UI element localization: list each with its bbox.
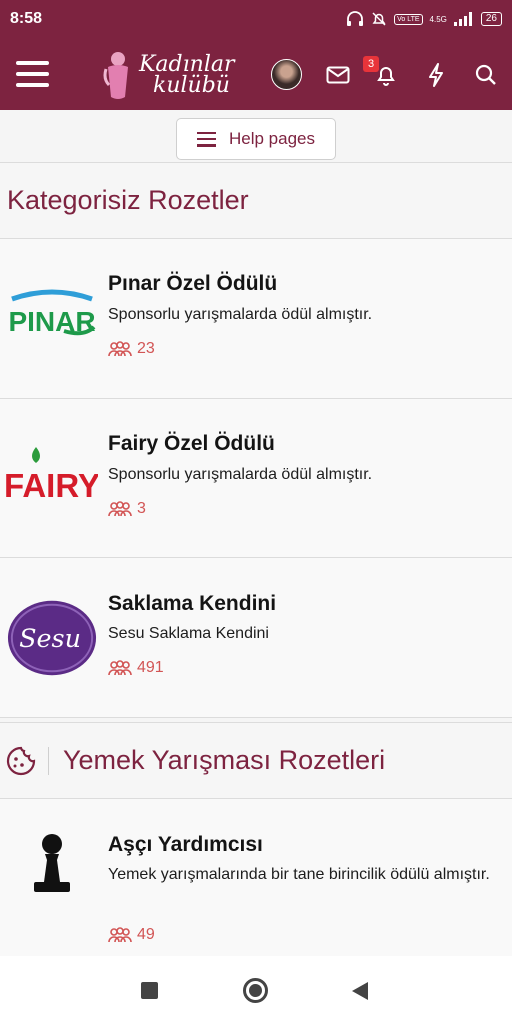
battery-indicator: 26	[480, 12, 502, 26]
site-logo[interactable]: Kadınlar kulübü	[103, 46, 243, 104]
badge-description: Sponsorlu yarışmalarda ödül almıştır.	[108, 306, 373, 323]
badge-title[interactable]: Saklama Kendini	[108, 592, 276, 616]
badge-title[interactable]: Fairy Özel Ödülü	[108, 432, 275, 456]
cookie-icon	[6, 746, 36, 775]
sesu-logo: Sesu	[6, 598, 98, 678]
logo-text: Kadınlar kulübü	[139, 52, 235, 98]
volte-indicator: Vo LTE	[394, 13, 423, 25]
logo-line2: kulübü	[153, 73, 230, 98]
signal-icon	[453, 12, 472, 26]
envelope-icon	[326, 66, 350, 84]
section-header-cooking: Yemek Yarışması Rozetleri	[0, 722, 512, 799]
network-type: 4.5G	[429, 14, 447, 24]
sesu-logo-mark: Sesu	[7, 600, 97, 676]
logo-line1: Kadınlar	[139, 52, 235, 77]
headphones-icon	[347, 11, 364, 26]
whats-new-button[interactable]	[422, 61, 450, 89]
status-time: 8:58	[10, 10, 43, 27]
section-title: Yemek Yarışması Rozetleri	[63, 745, 386, 775]
badge-count: 23	[137, 340, 155, 357]
users-icon	[108, 927, 132, 943]
badge-holders[interactable]: 49	[108, 926, 155, 944]
pinar-logo-mark: PINAR	[8, 289, 96, 337]
badge-row-sesu[interactable]: Sesu Saklama Kendini Sesu Saklama Kendin…	[0, 558, 512, 718]
home-dot-icon	[249, 984, 262, 997]
list-icon	[197, 131, 216, 147]
badge-holders[interactable]: 491	[108, 659, 164, 677]
fairy-logo: FAIRY	[6, 434, 98, 514]
chess-pawn-icon	[34, 834, 70, 892]
badge-count: 491	[137, 659, 164, 676]
messages-button[interactable]	[324, 61, 352, 89]
app-header: Kadınlar kulübü 3	[0, 38, 512, 110]
notification-badge: 3	[363, 56, 379, 72]
fairy-logo-text: FAIRY	[6, 467, 98, 504]
recents-button[interactable]	[141, 982, 158, 999]
badge-row-cook-assistant[interactable]: Aşçı Yardımcısı Yemek yarışmalarında bir…	[0, 799, 512, 956]
badge-count: 3	[137, 500, 146, 517]
section-title: Kategorisiz Rozetler	[7, 185, 249, 215]
pawn-logo	[6, 824, 98, 904]
help-pages-button[interactable]: Help pages	[176, 118, 336, 160]
system-nav-bar	[0, 956, 512, 1024]
badge-description: Yemek yarışmalarında bir tane birincilik…	[108, 866, 490, 883]
home-button[interactable]	[243, 978, 268, 1003]
status-icons: Vo LTE 4.5G 26	[346, 11, 502, 27]
badge-count: 49	[137, 926, 155, 943]
badge-description: Sponsorlu yarışmalarda ödül almıştır.	[108, 466, 373, 483]
back-button[interactable]	[351, 981, 369, 1001]
help-pages-label: Help pages	[229, 129, 316, 148]
bolt-icon	[429, 63, 443, 87]
menu-button[interactable]	[16, 61, 49, 87]
users-icon	[108, 660, 132, 676]
search-icon	[475, 64, 496, 85]
muted-bell-icon	[372, 12, 386, 26]
badge-title[interactable]: Pınar Özel Ödülü	[108, 272, 277, 296]
users-icon	[108, 341, 132, 357]
status-bar: 8:58 Vo LTE 4.5G 26	[0, 0, 512, 38]
pinar-logo: PINAR	[6, 277, 98, 357]
badge-row-pinar[interactable]: PINAR Pınar Özel Ödülü Sponsorlu yarışma…	[0, 239, 512, 399]
section-header-uncategorized: Kategorisiz Rozetler	[0, 162, 512, 239]
sesu-logo-text: Sesu	[19, 623, 81, 653]
badge-holders[interactable]: 3	[108, 500, 146, 518]
avatar[interactable]	[271, 59, 302, 90]
section-divider	[48, 746, 49, 775]
logo-figure-icon	[103, 52, 128, 99]
search-button[interactable]	[472, 61, 500, 89]
badge-row-fairy[interactable]: FAIRY Fairy Özel Ödülü Sponsorlu yarışma…	[0, 399, 512, 558]
fairy-logo-mark: FAIRY	[6, 447, 98, 504]
users-icon	[108, 501, 132, 517]
badge-holders[interactable]: 23	[108, 340, 155, 358]
badge-title[interactable]: Aşçı Yardımcısı	[108, 833, 263, 857]
badge-description: Sesu Saklama Kendini	[108, 625, 269, 642]
